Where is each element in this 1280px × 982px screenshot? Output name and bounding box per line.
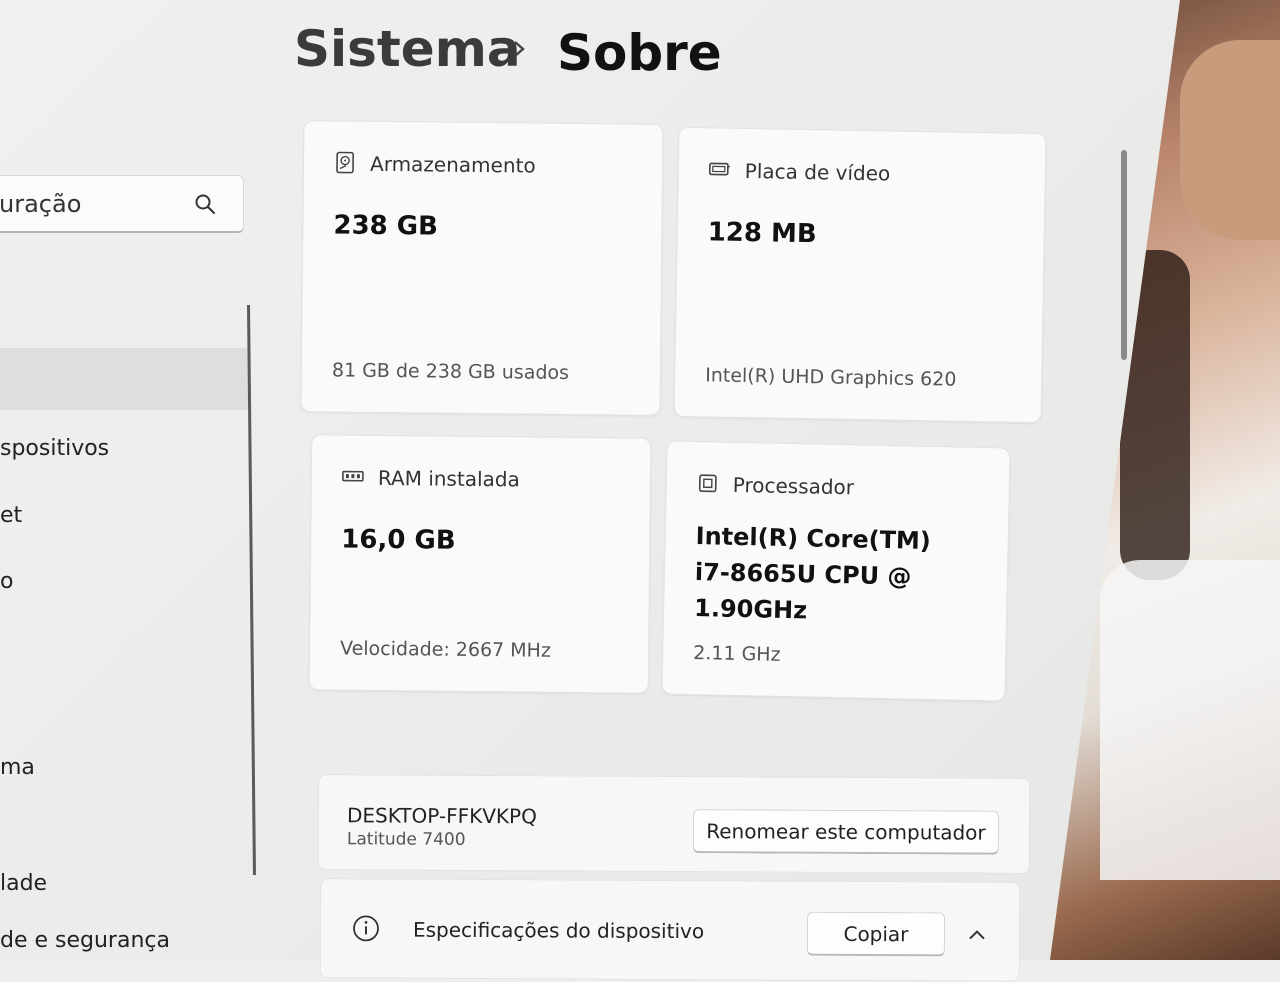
rename-pc-button[interactable]: Renomear este computador <box>693 809 999 855</box>
sidebar-item-dispositivos[interactable]: spositivos <box>0 436 109 461</box>
gpu-value: 128 MB <box>707 214 817 252</box>
page-title: Sobre <box>557 24 722 82</box>
settings-window: uração spositivos et o ma lade de e segu… <box>0 0 1180 960</box>
ram-speed: Velocidade: 2667 MHz <box>340 638 551 662</box>
sidebar-divider <box>247 305 256 875</box>
sidebar-item-rede-internet[interactable]: et <box>0 503 22 528</box>
content-scrollbar[interactable] <box>1121 150 1127 360</box>
storage-title: Armazenamento <box>370 152 536 178</box>
display-adapter-icon <box>709 158 731 180</box>
chevron-up-icon[interactable] <box>967 927 987 943</box>
cpu-value: Intel(R) Core(TM) i7-8665U CPU @ 1.90GHz <box>694 518 936 631</box>
search-icon[interactable] <box>193 192 217 216</box>
ram-value: 16,0 GB <box>341 522 456 559</box>
device-specs-label: Especificações do dispositivo <box>413 918 704 944</box>
device-name: DESKTOP-FFKVKPQ <box>347 803 537 828</box>
search-input[interactable]: uração <box>0 190 81 218</box>
sidebar-item-sistema-selected[interactable] <box>0 348 250 410</box>
storage-usage: 81 GB de 238 GB usados <box>332 359 569 383</box>
cpu-title: Processador <box>733 473 855 500</box>
gpu-title: Placa de vídeo <box>745 159 891 186</box>
storage-value: 238 GB <box>333 207 438 244</box>
device-specs-panel[interactable]: Especificações do dispositivo Copiar <box>320 878 1021 982</box>
storage-drive-icon <box>334 151 356 173</box>
storage-card: Armazenamento 238 GB 81 GB de 238 GB usa… <box>300 120 663 416</box>
ram-title: RAM instalada <box>378 466 520 491</box>
cpu-card: Processador Intel(R) Core(TM) i7-8665U C… <box>661 440 1010 701</box>
device-name-panel: DESKTOP-FFKVKPQ Latitude 7400 Renomear e… <box>318 774 1030 874</box>
sidebar-item-privacidade-seguranca[interactable]: de e segurança <box>0 928 170 953</box>
sidebar-item-personalizacao[interactable]: o <box>0 569 13 594</box>
wallpaper-face <box>1180 40 1280 240</box>
wallpaper-shirt <box>1100 560 1280 880</box>
device-model: Latitude 7400 <box>347 829 466 850</box>
info-icon <box>351 913 381 943</box>
settings-search-box[interactable]: uração <box>0 175 244 233</box>
ram-card: RAM instalada 16,0 GB Velocidade: 2667 M… <box>309 434 652 694</box>
sidebar-item-jogos[interactable]: ma <box>0 755 35 780</box>
cpu-speed: 2.11 GHz <box>693 642 781 666</box>
breadcrumb-parent[interactable]: Sistema <box>294 20 521 78</box>
copy-button[interactable]: Copiar <box>807 912 945 957</box>
sidebar-item-acessibilidade[interactable]: lade <box>0 871 47 896</box>
processor-chip-icon <box>697 472 719 494</box>
gpu-model: Intel(R) UHD Graphics 620 <box>705 364 957 390</box>
chevron-right-icon <box>508 34 532 64</box>
ram-module-icon <box>342 466 364 488</box>
gpu-card: Placa de vídeo 128 MB Intel(R) UHD Graph… <box>673 127 1046 423</box>
